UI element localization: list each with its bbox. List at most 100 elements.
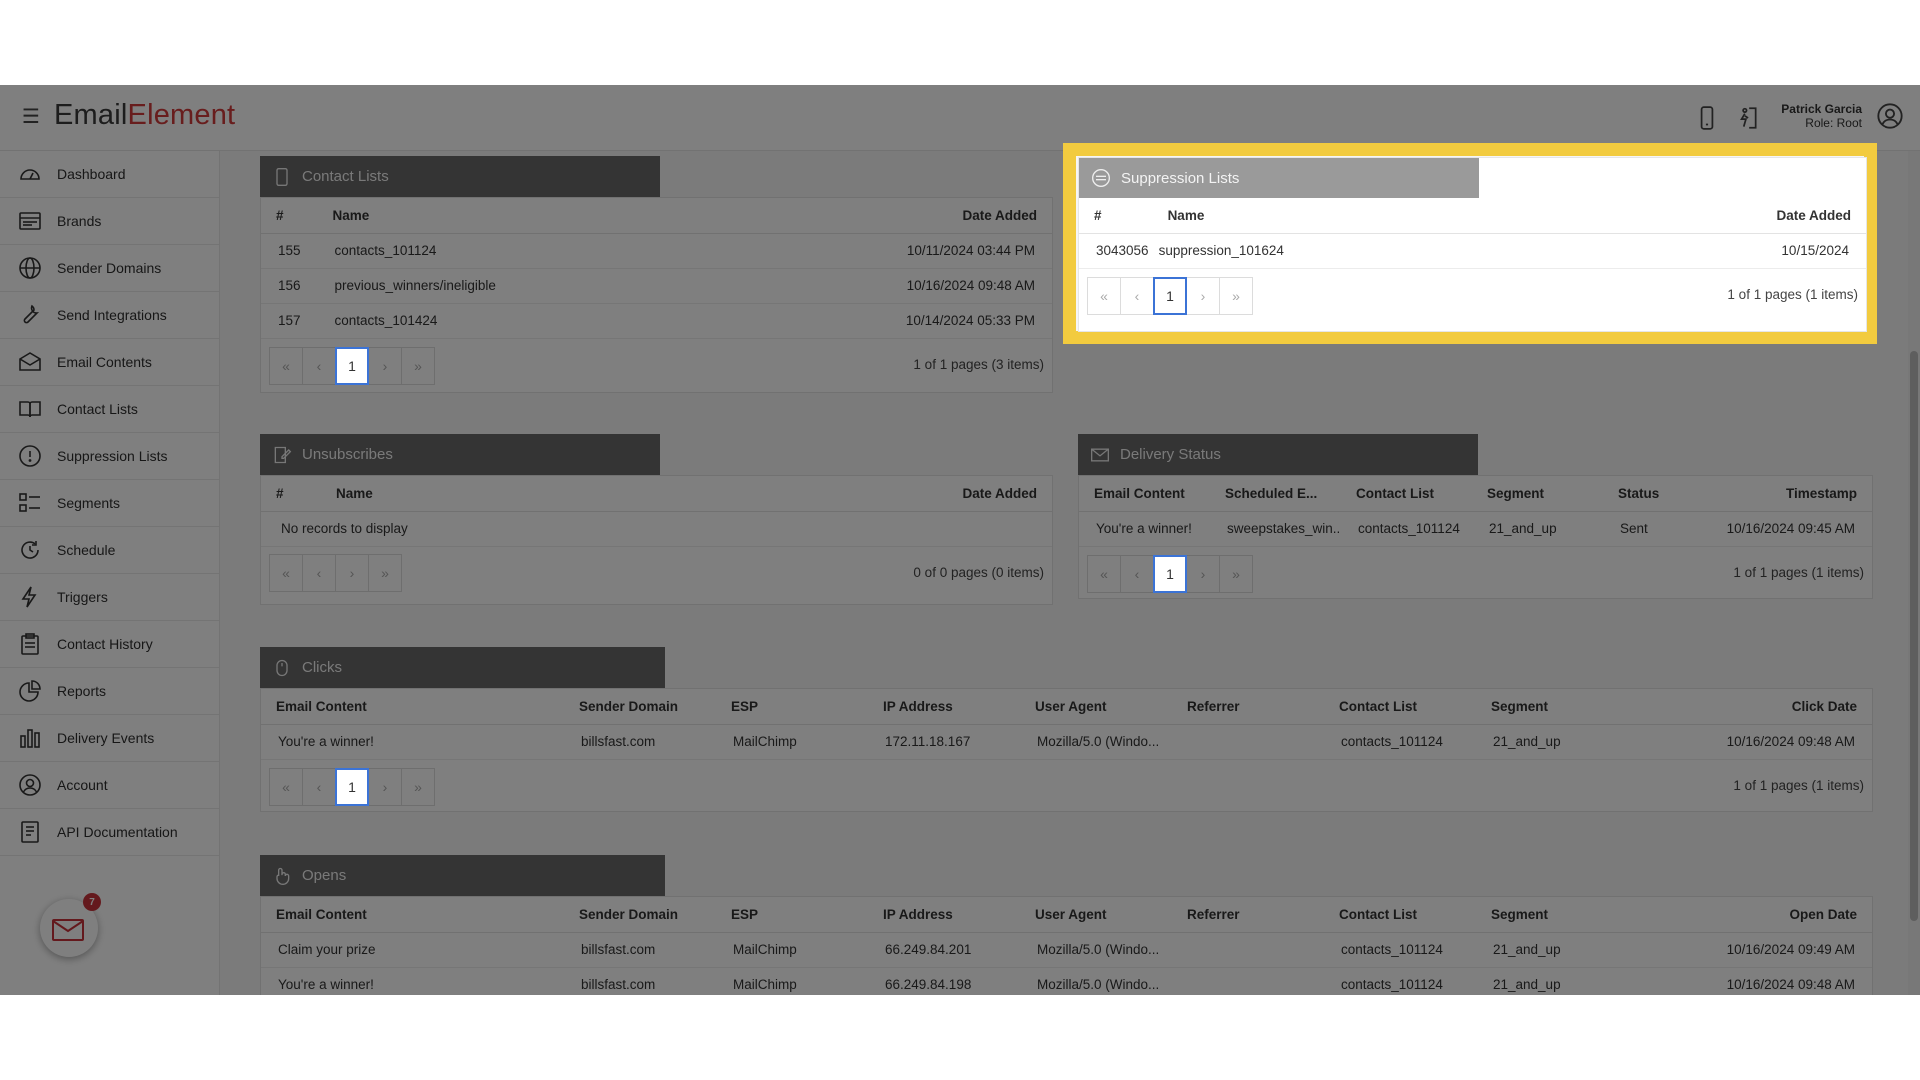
sidebar-item-label: Triggers — [57, 589, 108, 605]
last-page-button[interactable]: » — [1219, 276, 1253, 315]
sidebar-item-schedule[interactable]: Schedule — [0, 527, 219, 574]
column-header[interactable]: IP Address — [868, 689, 1020, 725]
pagination: « ‹ 1 › » 1 of 1 pages (1 items) — [261, 760, 1872, 814]
opens-table: Email Content Sender Domain ESP IP Addre… — [261, 897, 1872, 995]
table-row[interactable]: 157 contacts_101424 10/14/2024 05:33 PM — [261, 303, 1052, 339]
column-header[interactable]: ESP — [716, 897, 868, 933]
table-row[interactable]: You're a winner! sweepstakes_win... cont… — [1079, 511, 1872, 547]
wrench-icon — [23, 304, 40, 324]
last-page-button[interactable]: » — [368, 553, 402, 592]
table-row[interactable]: You're a winner! billsfast.com MailChimp… — [261, 967, 1872, 995]
sidebar-item-send-integrations[interactable]: Send Integrations — [0, 292, 219, 339]
column-header[interactable]: Name — [321, 476, 606, 512]
column-header[interactable]: Date Added — [717, 198, 1052, 234]
column-header[interactable]: Sender Domain — [564, 689, 716, 725]
prev-page-button[interactable]: ‹ — [302, 767, 336, 806]
sidebar-item-api-documentation[interactable]: API Documentation — [0, 809, 219, 856]
column-header[interactable]: Open Date — [1628, 897, 1872, 933]
prev-page-button[interactable]: ‹ — [302, 553, 336, 592]
table-row[interactable]: 155 contacts_101124 10/11/2024 03:44 PM — [261, 233, 1052, 269]
next-page-button[interactable]: › — [1186, 554, 1220, 593]
prev-page-button[interactable]: ‹ — [302, 346, 336, 385]
column-header[interactable]: IP Address — [868, 897, 1020, 933]
pagination: « ‹ › » 0 of 0 pages (0 items) — [261, 547, 1052, 599]
sidebar-item-email-contents[interactable]: Email Contents — [0, 339, 219, 386]
scrollbar[interactable] — [1908, 151, 1920, 995]
column-header[interactable]: # — [1079, 198, 1153, 234]
scrollbar-thumb[interactable] — [1910, 351, 1918, 921]
page-1-button[interactable]: 1 — [1153, 276, 1187, 315]
sidebar-item-triggers[interactable]: Triggers — [0, 574, 219, 621]
exit-door-icon[interactable] — [1734, 105, 1760, 131]
column-header[interactable]: Date Added — [1571, 198, 1866, 234]
column-header[interactable]: Referrer — [1172, 897, 1324, 933]
table-row[interactable]: Claim your prize billsfast.com MailChimp… — [261, 932, 1872, 968]
column-header[interactable]: User Agent — [1020, 897, 1172, 933]
sidebar-item-brands[interactable]: Brands — [0, 198, 219, 245]
last-page-button[interactable]: » — [401, 346, 435, 385]
column-header[interactable]: ESP — [716, 689, 868, 725]
page-1-button[interactable]: 1 — [335, 346, 369, 385]
sidebar-item-reports[interactable]: Reports — [0, 668, 219, 715]
prev-page-button[interactable]: ‹ — [1120, 276, 1154, 315]
next-page-button[interactable]: › — [368, 767, 402, 806]
sidebar-item-account[interactable]: Account — [0, 762, 219, 809]
table-row[interactable]: 3043056 suppression_101624 10/15/2024 — [1079, 233, 1866, 269]
last-page-button[interactable]: » — [401, 767, 435, 806]
user-info[interactable]: Patrick Garcia Role: Root — [1781, 102, 1862, 130]
prev-page-button[interactable]: ‹ — [1120, 554, 1154, 593]
column-header[interactable]: Segment — [1476, 689, 1628, 725]
column-header[interactable]: Sender Domain — [564, 897, 716, 933]
first-page-button[interactable]: « — [269, 346, 303, 385]
next-page-button[interactable]: › — [368, 346, 402, 385]
page-1-button[interactable]: 1 — [1153, 554, 1187, 593]
first-page-button[interactable]: « — [1087, 276, 1121, 315]
first-page-button[interactable]: « — [269, 767, 303, 806]
column-header[interactable]: Referrer — [1172, 689, 1324, 725]
sidebar-item-contact-history[interactable]: Contact History — [0, 621, 219, 668]
sidebar-item-contact-lists[interactable]: Contact Lists — [0, 386, 219, 433]
column-header[interactable]: Contact List — [1341, 476, 1472, 512]
column-header[interactable]: Click Date — [1628, 689, 1872, 725]
first-page-button[interactable]: « — [269, 553, 303, 592]
table-row[interactable]: You're a winner! billsfast.com MailChimp… — [261, 724, 1872, 760]
column-header[interactable]: Contact List — [1324, 897, 1476, 933]
emailelement-logo[interactable]: EmailElement — [54, 101, 235, 130]
sidebar-item-delivery-events[interactable]: Delivery Events — [0, 715, 219, 762]
column-header[interactable]: # — [261, 198, 318, 234]
table-row[interactable]: 156 previous_winners/ineligible 10/16/2024… — [261, 268, 1052, 304]
pointer-hand-icon — [276, 867, 290, 885]
column-header[interactable]: Timestamp — [1698, 476, 1872, 512]
notifications-button[interactable]: 7 — [40, 893, 101, 957]
column-header[interactable]: Status — [1603, 476, 1698, 512]
sidebar-item-segments[interactable]: Segments — [0, 480, 219, 527]
hamburger-menu-icon[interactable]: ☰ — [22, 107, 40, 127]
brands-icon — [19, 212, 41, 230]
column-header[interactable]: # — [261, 476, 321, 512]
column-header[interactable]: Email Content — [1079, 476, 1210, 512]
sidebar-item-sender-domains[interactable]: Sender Domains — [0, 245, 219, 292]
sidebar-item-dashboard[interactable]: Dashboard — [0, 151, 219, 198]
page-info: 1 of 1 pages (1 items) — [1727, 286, 1858, 302]
sidebar-item-label: Contact History — [57, 636, 153, 652]
column-header[interactable]: Scheduled E... — [1210, 476, 1341, 512]
column-header[interactable]: Segment — [1476, 897, 1628, 933]
column-header[interactable]: Email Content — [261, 897, 564, 933]
first-page-button[interactable]: « — [1087, 554, 1121, 593]
column-header[interactable]: Date Added — [605, 476, 1052, 512]
sidebar-item-suppression-lists[interactable]: Suppression Lists — [0, 433, 219, 480]
column-header[interactable]: Segment — [1472, 476, 1603, 512]
column-header[interactable]: Name — [317, 198, 718, 234]
column-header[interactable]: Name — [1152, 198, 1572, 234]
column-header[interactable]: Contact List — [1324, 689, 1476, 725]
page-1-button[interactable]: 1 — [335, 767, 369, 806]
page-info: 1 of 1 pages (1 items) — [1733, 777, 1864, 793]
mobile-phone-icon[interactable] — [1694, 105, 1720, 131]
column-header[interactable]: User Agent — [1020, 689, 1172, 725]
user-avatar-icon[interactable] — [1876, 102, 1904, 130]
next-page-button[interactable]: › — [335, 553, 369, 592]
column-header[interactable]: Email Content — [261, 689, 564, 725]
next-page-button[interactable]: › — [1186, 276, 1220, 315]
user-circle-icon — [19, 774, 41, 796]
last-page-button[interactable]: » — [1219, 554, 1253, 593]
